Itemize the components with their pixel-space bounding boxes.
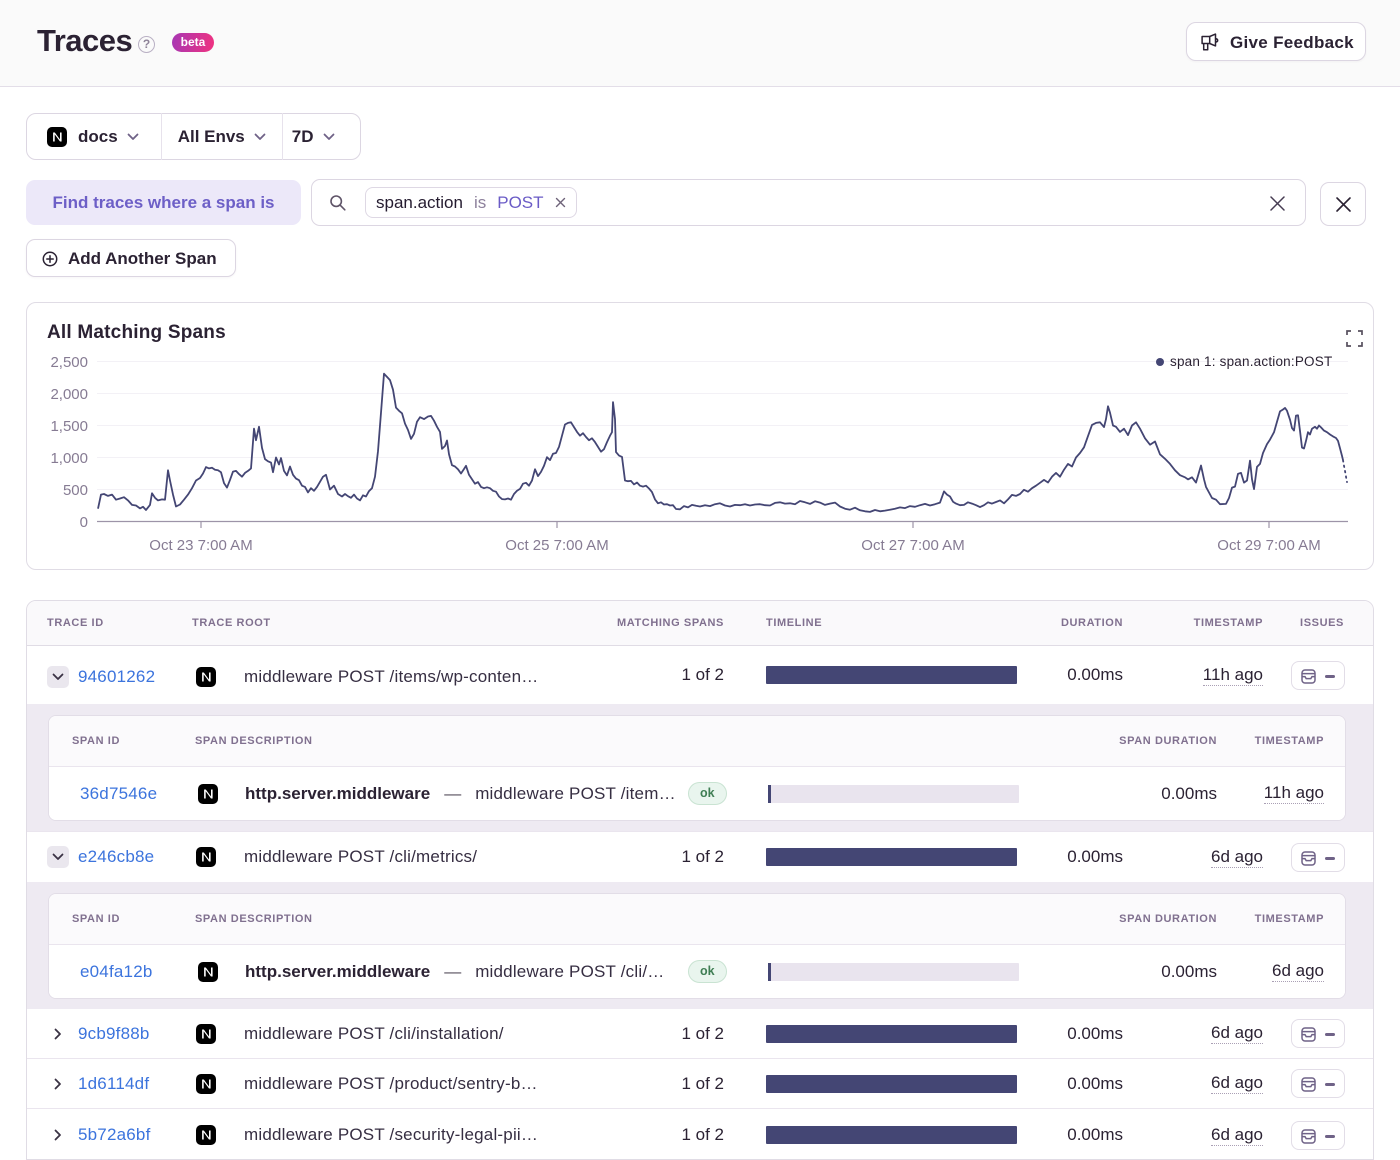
- svg-text:1,000: 1,000: [50, 450, 88, 467]
- svg-text:500: 500: [63, 482, 88, 499]
- svg-text:1,500: 1,500: [50, 418, 88, 435]
- svg-text:2,500: 2,500: [50, 354, 88, 371]
- svg-text:Oct 23 7:00 AM: Oct 23 7:00 AM: [149, 537, 252, 554]
- svg-text:Oct 29 7:00 AM: Oct 29 7:00 AM: [1217, 537, 1320, 554]
- svg-text:0: 0: [80, 514, 88, 531]
- svg-text:2,000: 2,000: [50, 386, 88, 403]
- svg-text:Oct 25 7:00 AM: Oct 25 7:00 AM: [505, 537, 608, 554]
- svg-text:Oct 27 7:00 AM: Oct 27 7:00 AM: [861, 537, 964, 554]
